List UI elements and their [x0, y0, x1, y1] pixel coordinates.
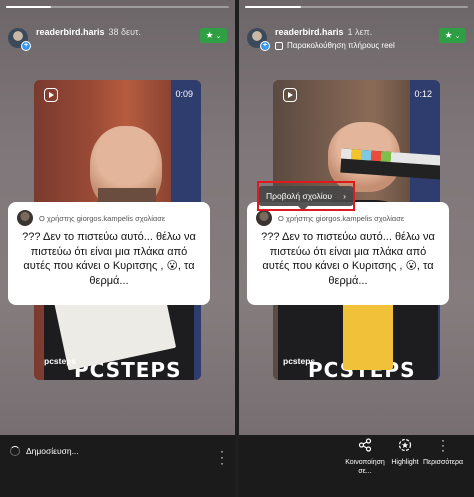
- comment-sticker[interactable]: Ο χρήστης giorgos.kampelis σχολίασε ??? …: [247, 202, 449, 305]
- comment-header: Ο χρήστης giorgos.kampelis σχολίασε: [39, 213, 166, 223]
- comment-sticker[interactable]: Ο χρήστης giorgos.kampelis σχολίασε ??? …: [8, 202, 210, 305]
- comment-text: ??? Δεν το πιστεύω αυτό... θέλω να πιστε…: [22, 231, 196, 287]
- more-icon: · · ·: [441, 433, 445, 457]
- story-panel-right: + readerbird.haris 1 λεπ. Παρακολούθηση π…: [239, 0, 474, 497]
- close-friends-button[interactable]: ★ ⌄: [439, 28, 466, 43]
- story-header: + readerbird.haris 38 δευτ. ★ ⌄: [8, 26, 227, 54]
- posting-status: Δημοσίευση...: [10, 446, 79, 456]
- commenter-avatar: [256, 210, 272, 226]
- annotation-highlight-box: [257, 181, 355, 211]
- avatar[interactable]: +: [8, 28, 31, 51]
- post-time: 1 λεπ.: [347, 27, 373, 37]
- more-options-icon[interactable]: · · ·: [217, 445, 227, 469]
- highlight-label: Highlight: [391, 459, 419, 466]
- avatar[interactable]: +: [247, 28, 270, 51]
- more-button[interactable]: · · · Περισσότερα: [419, 433, 467, 467]
- video-duration: 0:09: [175, 89, 193, 99]
- reel-icon: [283, 88, 297, 102]
- commenter-avatar: [17, 210, 33, 226]
- add-story-icon: +: [260, 41, 270, 51]
- watch-full-reel-link[interactable]: Παρακολούθηση πλήρους reel: [287, 40, 395, 52]
- story-actions: Κοινοποίηση σε... Highlight · · · Περισσότ…: [239, 433, 474, 488]
- story-progress-bar: [245, 6, 468, 8]
- add-story-icon: +: [21, 41, 31, 51]
- story-panel-left: + readerbird.haris 38 δευτ. ★ ⌄ PCSTEPS 0:…: [0, 0, 235, 497]
- highlight-icon: [398, 438, 412, 452]
- comment-header: Ο χρήστης giorgos.kampelis σχολίασε: [278, 213, 405, 223]
- post-time: 38 δευτ.: [108, 27, 142, 37]
- username[interactable]: readerbird.haris: [36, 27, 105, 37]
- chevron-down-icon: ⌄: [215, 32, 222, 40]
- star-icon: ★: [205, 30, 214, 40]
- reel-icon: [275, 42, 283, 50]
- comment-text: ??? Δεν το πιστεύω αυτό... θέλω να πιστε…: [261, 231, 435, 287]
- share-icon: [358, 438, 372, 452]
- posting-label: Δημοσίευση...: [26, 446, 79, 456]
- loading-spinner-icon: [10, 446, 20, 456]
- chevron-down-icon: ⌄: [454, 32, 461, 40]
- username[interactable]: readerbird.haris: [275, 27, 344, 37]
- story-progress-bar: [6, 6, 229, 8]
- bottom-bar: [0, 435, 235, 497]
- reel-author[interactable]: pcsteps: [44, 356, 76, 366]
- reel-icon: [44, 88, 58, 102]
- story-header: + readerbird.haris 1 λεπ. Παρακολούθηση π…: [247, 26, 466, 54]
- reel-author[interactable]: pcsteps: [283, 356, 315, 366]
- star-icon: ★: [444, 30, 453, 40]
- video-duration: 0:12: [414, 89, 432, 99]
- close-friends-button[interactable]: ★ ⌄: [200, 28, 227, 43]
- more-label: Περισσότερα: [422, 459, 464, 466]
